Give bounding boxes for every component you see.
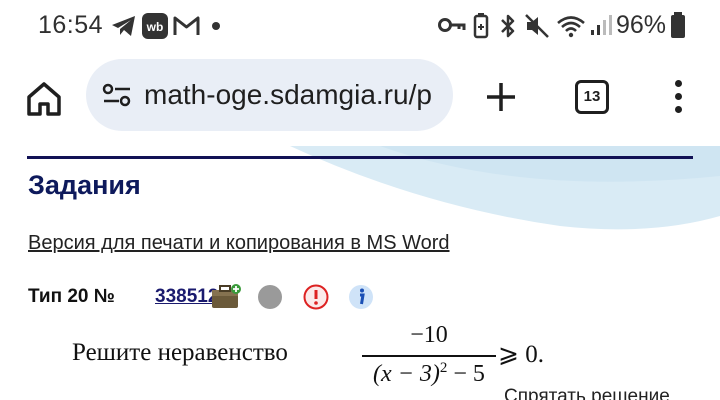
problem-text: Решите неравенство: [72, 339, 288, 366]
page-content: Задания Версия для печати и копирования …: [0, 146, 720, 400]
wb-icon-label: wb: [146, 20, 164, 34]
task-id-link[interactable]: 338512: [155, 286, 218, 308]
new-tab-icon[interactable]: [483, 79, 519, 115]
battery-saver-icon: [473, 13, 489, 39]
print-version-link[interactable]: Версия для печати и копирования в MS Wor…: [28, 232, 450, 255]
wifi-icon: [557, 16, 585, 38]
page-title: Задания: [28, 170, 141, 200]
status-circle-icon[interactable]: [257, 284, 283, 310]
denominator-right: − 5: [447, 361, 485, 387]
briefcase-add-icon[interactable]: [210, 282, 242, 310]
status-time: 16:54: [38, 11, 104, 39]
denominator-left: (x − 3): [373, 361, 440, 387]
battery-icon: [671, 12, 685, 38]
status-bar: 16:54 wb 96%: [0, 0, 720, 52]
site-settings-icon[interactable]: [102, 83, 132, 107]
dot-icon: [212, 22, 220, 30]
home-icon[interactable]: [24, 79, 64, 119]
info-icon[interactable]: [348, 284, 374, 310]
mute-icon: [525, 14, 549, 38]
hide-solution-link[interactable]: Спрятать решение: [504, 386, 670, 400]
tab-switcher-button[interactable]: 13: [575, 80, 609, 114]
report-error-icon[interactable]: [303, 284, 329, 310]
bluetooth-icon: [501, 14, 515, 38]
browser-toolbar: math-oge.sdamgia.ru/p 13: [0, 52, 720, 146]
wb-icon: wb: [142, 13, 168, 39]
task-type-label: Тип 20 №: [28, 286, 115, 307]
battery-percentage: 96%: [616, 11, 667, 39]
fraction-denominator: (x − 3)2 − 5: [362, 360, 496, 388]
gmail-icon: [173, 16, 200, 35]
fraction-bar: [362, 355, 496, 357]
tab-count: 13: [583, 88, 601, 105]
more-menu-icon[interactable]: [670, 78, 686, 118]
signal-icon: [591, 15, 612, 35]
url-text[interactable]: math-oge.sdamgia.ru/p: [144, 79, 432, 111]
telegram-icon: [112, 16, 135, 36]
url-bar[interactable]: math-oge.sdamgia.ru/p: [86, 59, 453, 131]
header-rule: [27, 156, 693, 159]
key-icon: [438, 18, 466, 32]
inequality-relation: ⩾ 0.: [498, 341, 544, 368]
fraction-numerator: −10: [410, 322, 448, 348]
